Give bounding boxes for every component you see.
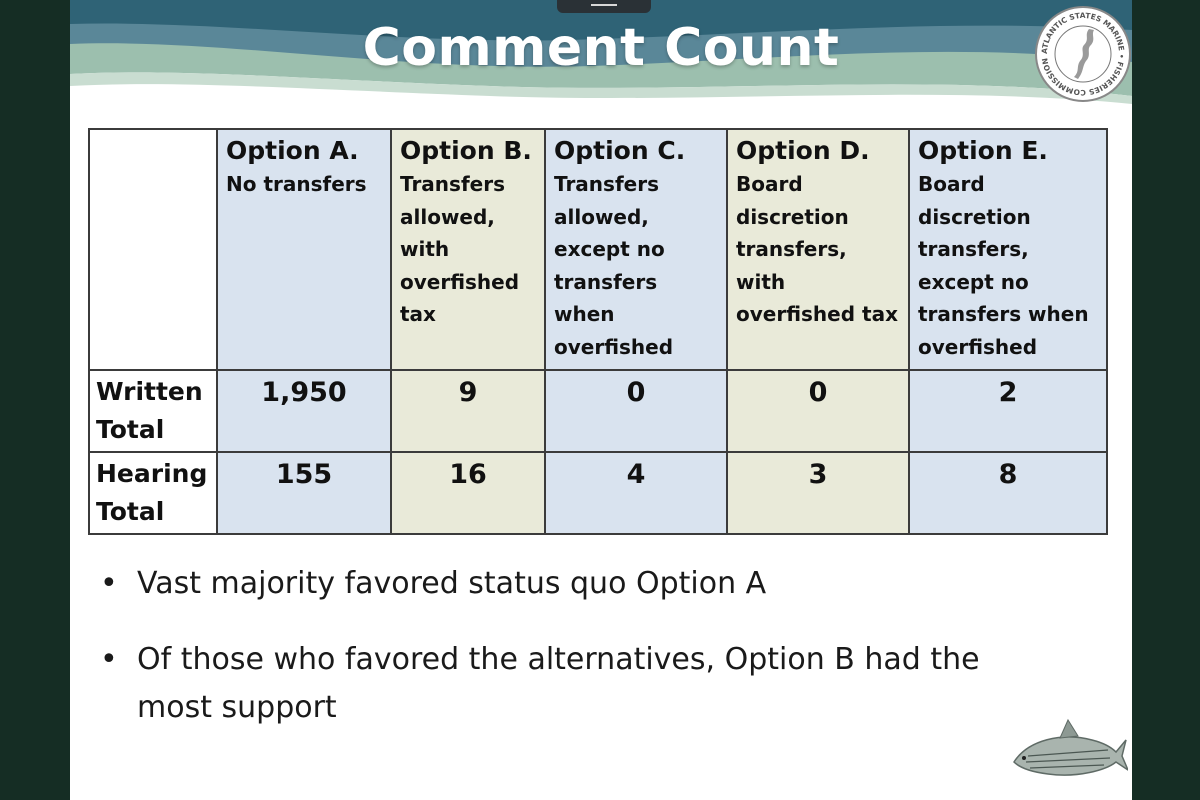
option-description: Transfers allowed, with overfished tax [400,172,520,326]
value-cell: 0 [544,369,728,453]
value-cell: 1,950 [216,369,392,453]
bullet-marker: • [100,642,118,677]
written-total-row: Written Total 1,950 9 0 0 2 [88,369,1108,453]
option-description: No transfers [226,172,367,196]
bullet-item: • Vast majority favored status quo Optio… [100,560,1060,608]
bullet-marker: • [100,566,118,601]
option-description: Board discretion transfers, except no tr… [918,172,1089,359]
striped-bass-icon [1013,718,1128,776]
left-frame [0,0,70,800]
option-title: Option C. [554,136,686,165]
bullet-list: • Vast majority favored status quo Optio… [100,560,1060,760]
option-b-header: Option B. Transfers allowed, with overfi… [390,128,546,371]
right-frame [1132,0,1200,800]
value-cell: 2 [908,369,1108,453]
option-d-header: Option D. Board discretion transfers, wi… [726,128,910,371]
value-cell: 9 [390,369,546,453]
value-cell: 3 [726,451,910,535]
value-cell: 8 [908,451,1108,535]
option-description: Transfers allowed, except no transfers w… [554,172,674,359]
blank-corner-cell [88,128,218,371]
option-title: Option A. [226,136,359,165]
row-label-line: Written [96,377,203,406]
option-c-header: Option C. Transfers allowed, except no t… [544,128,728,371]
bullet-text: Of those who favored the alternatives, O… [137,642,980,725]
row-label-line: Hearing [96,459,208,488]
row-label: Hearing Total [88,451,218,535]
header-row: Option A. No transfers Option B. Transfe… [88,128,1108,371]
top-handle[interactable] [557,0,651,13]
slide-title: Comment Count [362,18,840,78]
option-title: Option D. [736,136,870,165]
option-description: Board discretion transfers, with overfis… [736,172,898,326]
value-cell: 4 [544,451,728,535]
option-title: Option B. [400,136,532,165]
row-label: Written Total [88,369,218,453]
slide: Comment Count ATLANTIC STATES MARINE • F… [70,0,1132,800]
commission-seal-logo: ATLANTIC STATES MARINE • FISHERIES COMMI… [1034,5,1131,102]
row-label-line: Total [96,497,165,526]
option-e-header: Option E. Board discretion transfers, ex… [908,128,1108,371]
row-label-line: Total [96,415,165,444]
value-cell: 16 [390,451,546,535]
bullet-text: Vast majority favored status quo Option … [137,566,767,601]
value-cell: 0 [726,369,910,453]
hearing-total-row: Hearing Total 155 16 4 3 8 [88,451,1108,535]
option-a-header: Option A. No transfers [216,128,392,371]
comment-count-table: Option A. No transfers Option B. Transfe… [88,128,1108,535]
bullet-item: • Of those who favored the alternatives,… [100,636,1060,732]
value-cell: 155 [216,451,392,535]
option-title: Option E. [918,136,1048,165]
